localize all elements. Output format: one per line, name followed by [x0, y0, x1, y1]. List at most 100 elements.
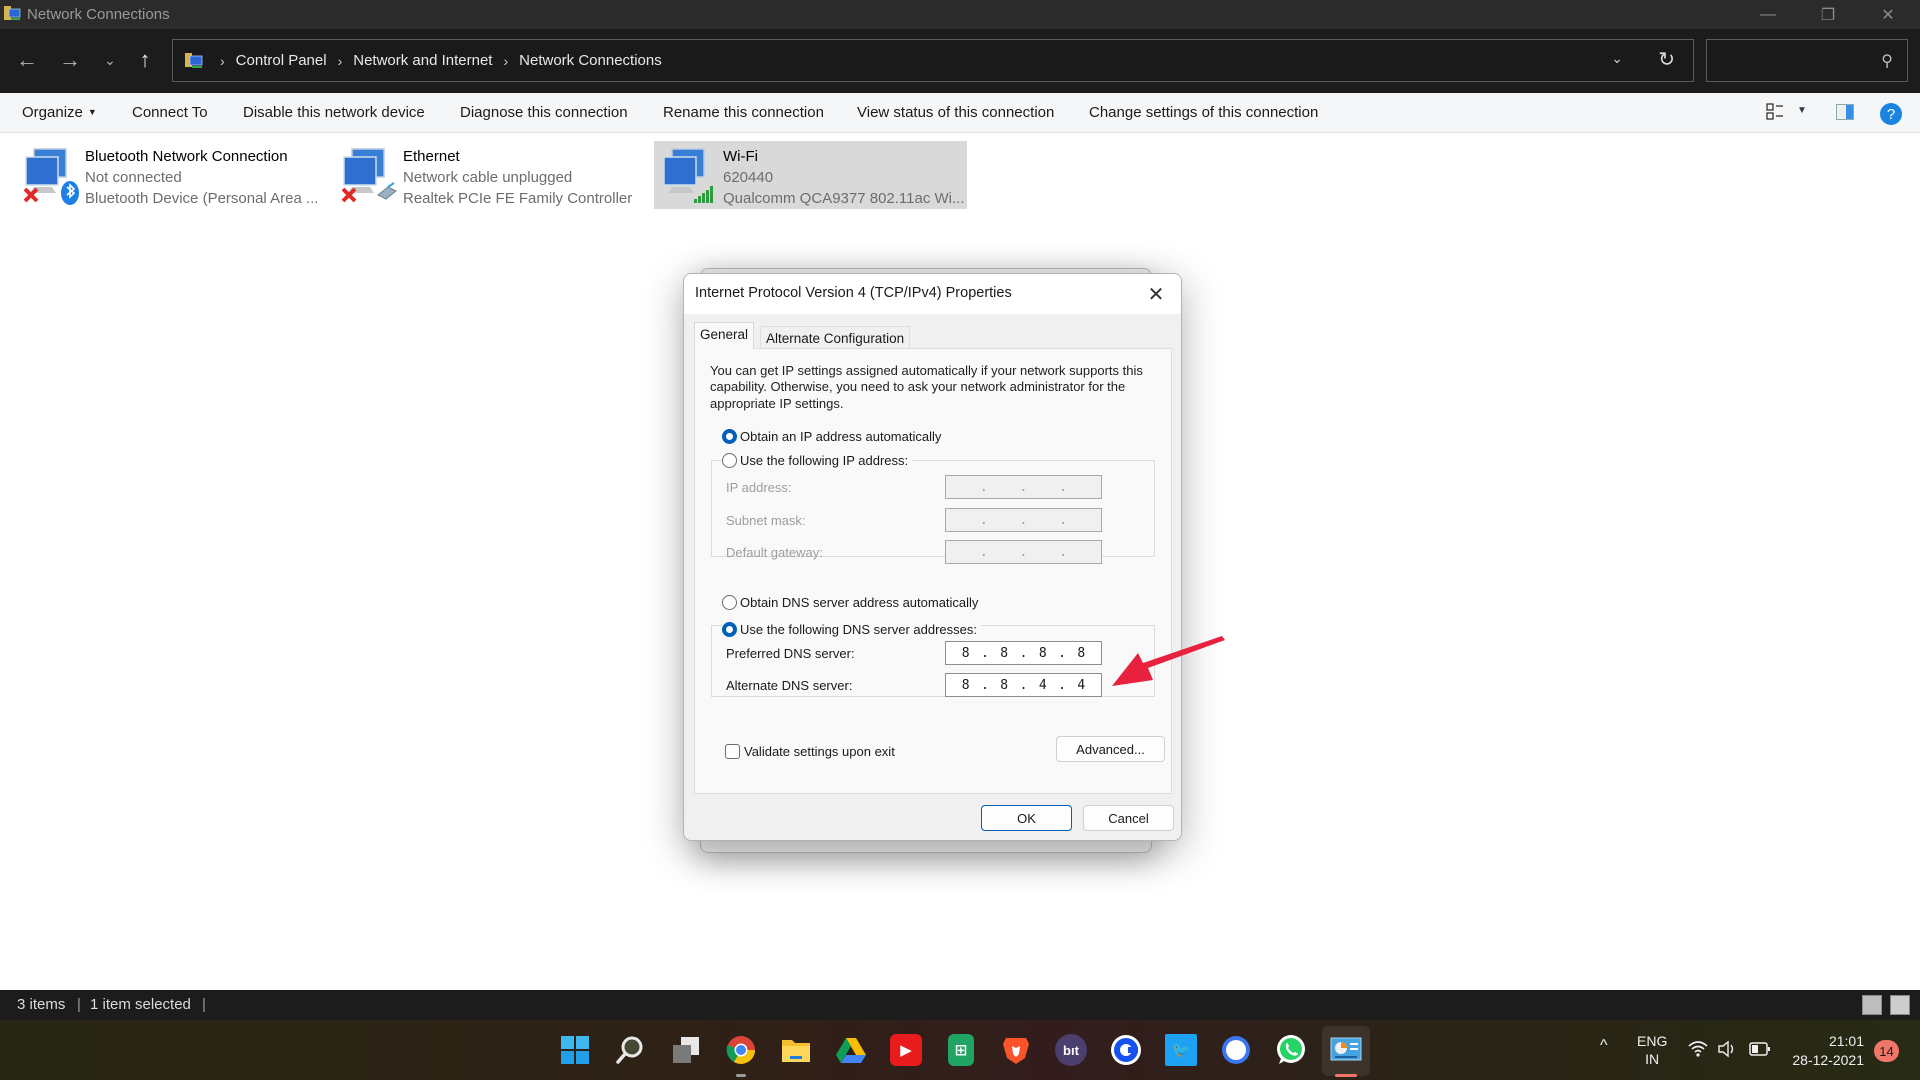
- cancel-button[interactable]: Cancel: [1083, 805, 1174, 831]
- view-status-button[interactable]: View status of this connection: [857, 104, 1054, 121]
- connection-status: Network cable unplugged: [403, 169, 573, 186]
- ipv4-properties-dialog: Internet Protocol Version 4 (TCP/IPv4) P…: [683, 273, 1182, 841]
- default-gateway-field[interactable]: ...: [945, 540, 1102, 564]
- bit-app-icon[interactable]: bıt: [1055, 1034, 1087, 1066]
- radio-selected-icon[interactable]: [722, 622, 737, 637]
- octet-dot: .: [1059, 544, 1068, 560]
- view-options-caret-icon[interactable]: ▼: [1797, 105, 1807, 116]
- radio-label: Obtain an IP address automatically: [740, 429, 942, 444]
- disable-network-device-button[interactable]: Disable this network device: [243, 104, 425, 121]
- refresh-icon[interactable]: ↻: [1658, 47, 1675, 72]
- organize-menu-button[interactable]: Organize ▼: [22, 104, 97, 121]
- obtain-ip-automatically-radio[interactable]: Obtain an IP address automatically: [722, 429, 941, 444]
- show-hidden-icons-chevron-icon[interactable]: ^: [1600, 1037, 1608, 1055]
- coinbase-icon[interactable]: [1110, 1034, 1142, 1066]
- octet-dot: .: [979, 544, 988, 560]
- close-window-button[interactable]: ✕: [1865, 0, 1911, 29]
- whatsapp-icon[interactable]: [1275, 1034, 1307, 1066]
- breadcrumb-separator[interactable]: ›: [503, 53, 508, 69]
- twitter-icon[interactable]: 🐦: [1165, 1034, 1197, 1066]
- change-view-icon[interactable]: [1766, 103, 1784, 121]
- connection-item-bluetooth[interactable]: Bluetooth Network Connection Not connect…: [16, 141, 318, 209]
- connection-status: 620440: [723, 169, 774, 186]
- large-icons-view-icon[interactable]: [1890, 995, 1910, 1015]
- google-drive-icon[interactable]: [835, 1034, 867, 1066]
- task-view-icon[interactable]: [670, 1034, 702, 1066]
- forward-arrow-icon[interactable]: →: [55, 47, 85, 73]
- ok-button[interactable]: OK: [981, 805, 1072, 831]
- rename-connection-button[interactable]: Rename this connection: [663, 104, 824, 121]
- recent-locations-chevron-icon[interactable]: ⌄: [95, 47, 125, 73]
- search-icon[interactable]: ⚲: [1881, 51, 1893, 71]
- tab-general[interactable]: General: [694, 322, 755, 349]
- youtube-icon[interactable]: ▶: [890, 1034, 922, 1066]
- ip-address-group: IP address: ... Subnet mask: ... Default…: [711, 460, 1155, 564]
- network-connections-app-icon: [4, 6, 21, 20]
- subnet-mask-field[interactable]: ...: [945, 508, 1102, 532]
- breadcrumb-network-and-internet[interactable]: Network and Internet: [353, 52, 492, 69]
- breadcrumb-separator[interactable]: ›: [338, 53, 343, 69]
- ip-address-field[interactable]: ...: [945, 475, 1102, 499]
- diagnose-connection-button[interactable]: Diagnose this connection: [460, 104, 628, 121]
- language-indicator[interactable]: ENG IN: [1637, 1032, 1667, 1068]
- minimize-button[interactable]: —: [1745, 0, 1791, 29]
- breadcrumb-network-connections[interactable]: Network Connections: [519, 52, 662, 69]
- clock-time: 21:01: [1828, 1033, 1864, 1049]
- search-input[interactable]: ⚲: [1706, 39, 1908, 82]
- connection-item-ethernet[interactable]: Ethernet Network cable unplugged Realtek…: [334, 141, 634, 209]
- notification-count-badge[interactable]: 14: [1874, 1040, 1899, 1062]
- connection-item-wifi[interactable]: Wi-Fi 620440 Qualcomm QCA9377 802.11ac W…: [654, 141, 967, 209]
- battery-icon[interactable]: [1749, 1042, 1771, 1056]
- clock[interactable]: 21:01 28-12-2021: [1786, 1032, 1864, 1070]
- status-bar: 3 items | 1 item selected |: [0, 990, 1920, 1020]
- signal-icon[interactable]: [1220, 1034, 1252, 1066]
- maximize-button[interactable]: ❐: [1805, 0, 1851, 29]
- radio-unselected-icon[interactable]: [722, 453, 737, 468]
- dialog-title-bar[interactable]: Internet Protocol Version 4 (TCP/IPv4) P…: [684, 274, 1181, 314]
- octet: 8: [1000, 677, 1009, 693]
- octet-dot: .: [1019, 479, 1028, 495]
- radio-selected-icon[interactable]: [722, 429, 737, 444]
- octet: 8: [961, 645, 970, 661]
- up-arrow-icon[interactable]: ↑: [130, 47, 160, 73]
- octet-dot: .: [1019, 544, 1028, 560]
- tab-alternate-configuration[interactable]: Alternate Configuration: [760, 326, 911, 350]
- address-history-chevron-icon[interactable]: ⌄: [1611, 50, 1623, 67]
- use-following-dns-radio[interactable]: Use the following DNS server addresses:: [722, 622, 981, 637]
- start-windows-icon[interactable]: [559, 1034, 591, 1066]
- alternate-dns-field[interactable]: 8. 8. 4. 4: [945, 673, 1102, 697]
- validate-settings-checkbox[interactable]: Validate settings upon exit: [725, 744, 895, 759]
- brave-browser-icon[interactable]: [1000, 1034, 1032, 1066]
- obtain-dns-automatically-radio[interactable]: Obtain DNS server address automatically: [722, 595, 978, 610]
- dialog-close-button[interactable]: ✕: [1141, 279, 1171, 309]
- breadcrumb-control-panel[interactable]: Control Panel: [236, 52, 327, 69]
- wifi-icon[interactable]: [1688, 1040, 1708, 1058]
- preferred-dns-label: Preferred DNS server:: [726, 646, 855, 661]
- change-settings-button[interactable]: Change settings of this connection: [1089, 104, 1318, 121]
- network-computer-icon: [663, 148, 713, 203]
- radio-label: Obtain DNS server address automatically: [740, 595, 979, 610]
- octet-dot: .: [1058, 645, 1066, 661]
- help-icon[interactable]: ?: [1879, 102, 1903, 126]
- details-view-icon[interactable]: [1862, 995, 1882, 1015]
- chrome-icon[interactable]: [725, 1034, 757, 1066]
- search-icon[interactable]: [614, 1034, 646, 1066]
- window-title: Network Connections: [27, 6, 170, 23]
- control-panel-icon[interactable]: [1330, 1034, 1362, 1066]
- octet: 4: [1077, 677, 1086, 693]
- advanced-button[interactable]: Advanced...: [1056, 736, 1165, 762]
- google-sheets-icon[interactable]: ⊞: [948, 1034, 974, 1066]
- octet-dot: .: [1058, 677, 1066, 693]
- connect-to-button[interactable]: Connect To: [132, 104, 208, 121]
- file-explorer-icon[interactable]: [780, 1034, 812, 1066]
- preview-pane-icon[interactable]: [1836, 104, 1854, 120]
- command-bar: Organize ▼ Connect To Disable this networ…: [0, 93, 1920, 133]
- alternate-dns-label: Alternate DNS server:: [726, 678, 853, 693]
- checkbox-unchecked-icon[interactable]: [725, 744, 740, 759]
- back-arrow-icon[interactable]: ←: [12, 47, 42, 73]
- use-following-ip-radio[interactable]: Use the following IP address:: [722, 453, 913, 468]
- preferred-dns-field[interactable]: 8. 8. 8. 8: [945, 641, 1102, 665]
- volume-icon[interactable]: [1717, 1040, 1737, 1058]
- address-bar[interactable]: › Control Panel › Network and Internet ›…: [172, 39, 1694, 82]
- radio-unselected-icon[interactable]: [722, 595, 737, 610]
